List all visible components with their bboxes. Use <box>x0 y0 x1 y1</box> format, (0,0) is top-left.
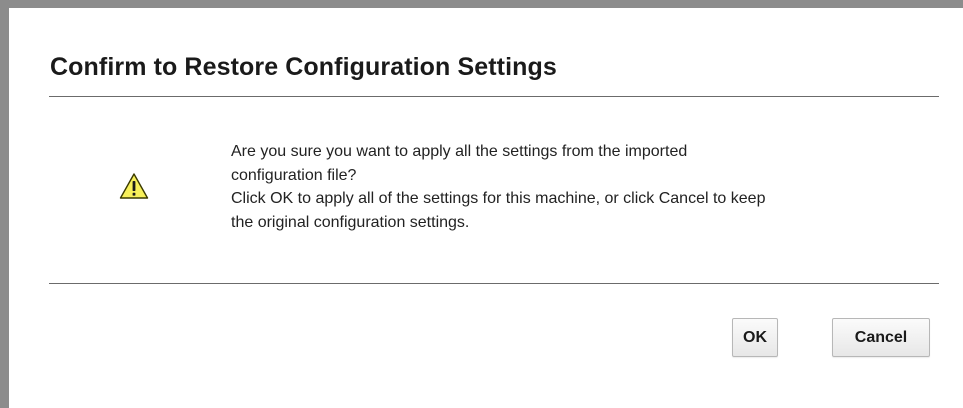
message-line: configuration file? <box>231 166 357 184</box>
title-divider <box>49 96 939 97</box>
window-frame-left <box>0 0 9 408</box>
message-line: Click OK to apply all of the settings fo… <box>231 190 766 207</box>
dialog-title: Confirm to Restore Configuration Setting… <box>50 53 557 81</box>
dialog-message: Are you sure you want to apply all the s… <box>231 140 941 234</box>
warning-triangle-icon <box>119 173 149 199</box>
message-line: Are you sure you want to apply all the s… <box>231 143 688 160</box>
window-frame-top <box>0 0 963 8</box>
cancel-button[interactable]: Cancel <box>832 318 930 357</box>
confirm-dialog: Confirm to Restore Configuration Setting… <box>9 8 963 408</box>
footer-divider <box>49 283 939 284</box>
message-line: the original configuration settings. <box>231 213 470 231</box>
ok-button[interactable]: OK <box>732 318 778 357</box>
